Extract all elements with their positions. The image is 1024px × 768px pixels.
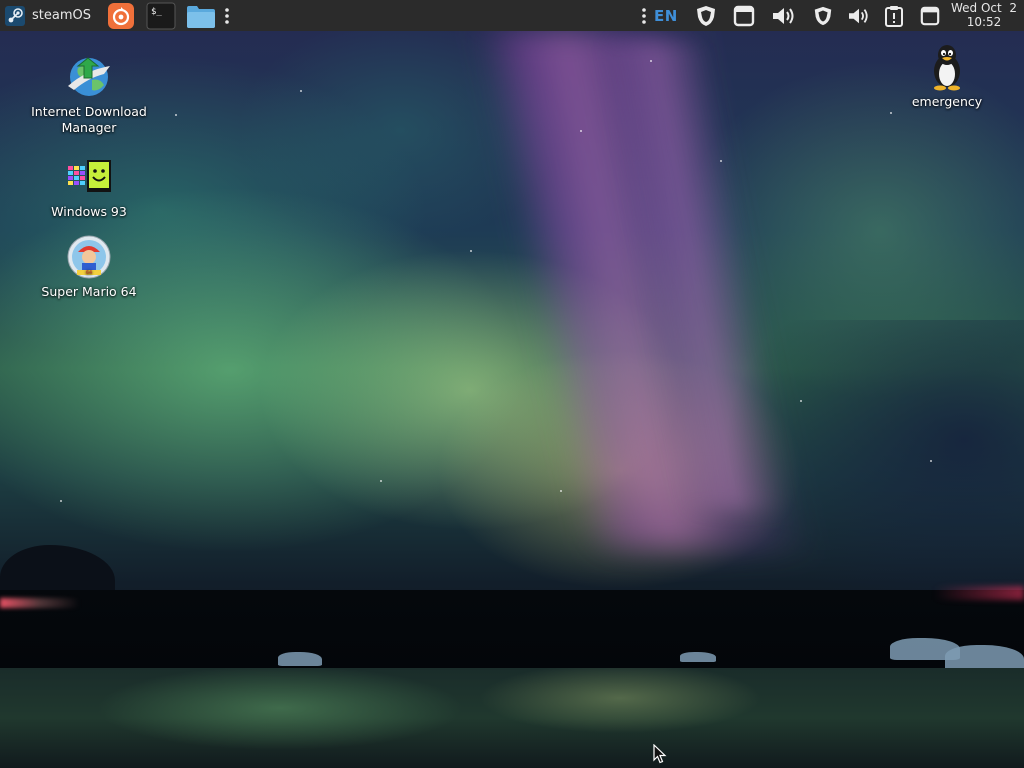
idm-globe-icon <box>64 52 114 102</box>
desktop-icon-label: Super Mario 64 <box>41 284 137 299</box>
aurora-curtain <box>474 30 816 550</box>
shield-icon <box>812 5 834 27</box>
iceberg <box>680 652 716 662</box>
launcher-terminal-button[interactable]: $_ <box>146 0 176 31</box>
windows93-icon <box>64 152 114 202</box>
launcher-files-button[interactable] <box>186 0 216 31</box>
keyboard-layout-indicator[interactable]: EN <box>654 0 678 31</box>
desktop-icon-mario64[interactable]: 64 Super Mario 64 <box>24 232 154 300</box>
orange-app-icon <box>107 2 135 30</box>
steamos-label: steamOS <box>32 8 91 23</box>
tray-shield-button-2[interactable] <box>812 0 834 31</box>
aurora-curtain-highlight <box>598 40 792 510</box>
mario64-icon: 64 <box>64 232 114 282</box>
terminal-icon: $_ <box>146 2 176 30</box>
overflow-menu-icon <box>641 7 647 25</box>
tray-window-button[interactable] <box>733 0 755 31</box>
lake-reflection <box>0 668 1024 768</box>
window-icon <box>920 6 940 26</box>
volume-icon <box>771 5 797 27</box>
tray-overflow-button[interactable] <box>641 0 647 31</box>
panel-overflow-button[interactable] <box>224 0 230 31</box>
folder-icon <box>186 2 216 30</box>
mouse-cursor-icon <box>653 743 667 768</box>
tray-clipboard-button[interactable] <box>884 0 904 31</box>
shield-icon <box>694 4 718 28</box>
desktop-icon-label: Windows 93 <box>51 204 127 219</box>
launcher-app-button[interactable] <box>107 0 135 31</box>
tray-shield-button[interactable] <box>694 0 718 31</box>
sky-shadow <box>724 320 1024 620</box>
desktop-icon-idm[interactable]: Internet Download Manager <box>24 52 154 136</box>
tux-penguin-icon <box>922 42 972 92</box>
steam-icon <box>4 5 26 27</box>
steamos-menu-button[interactable]: steamOS <box>4 0 91 31</box>
overflow-menu-icon <box>224 7 230 25</box>
clock-time: 10:52 <box>966 15 1002 29</box>
shoreline <box>0 590 1024 670</box>
clock-date: Wed Oct 2 <box>951 1 1017 15</box>
town-lights-right <box>934 586 1024 600</box>
window-icon <box>733 5 755 27</box>
iceberg <box>278 652 322 666</box>
keyboard-layout-label: EN <box>654 6 678 25</box>
top-panel: steamOS $_ EN Wed Oct 2 10:52 <box>0 0 1024 31</box>
mountain-silhouette <box>0 545 115 595</box>
tray-window-button-2[interactable] <box>920 0 940 31</box>
town-lights-left <box>0 598 80 608</box>
tray-volume-button[interactable] <box>771 0 797 31</box>
tray-volume-button-2[interactable] <box>847 0 871 31</box>
svg-text:$_: $_ <box>151 7 162 17</box>
volume-icon <box>847 6 871 26</box>
desktop-icon-label: Internet Download Manager <box>31 104 147 135</box>
clipboard-icon <box>884 5 904 27</box>
svg-text:64: 64 <box>86 270 92 276</box>
desktop-icon-label: emergency <box>911 94 983 109</box>
desktop-wallpaper[interactable]: Internet Download Manager Windows 93 64 … <box>0 0 1024 768</box>
desktop-icon-emergency[interactable]: emergency <box>882 42 1012 110</box>
desktop-icon-windows93[interactable]: Windows 93 <box>24 152 154 220</box>
clock[interactable]: Wed Oct 2 10:52 <box>950 1 1018 29</box>
